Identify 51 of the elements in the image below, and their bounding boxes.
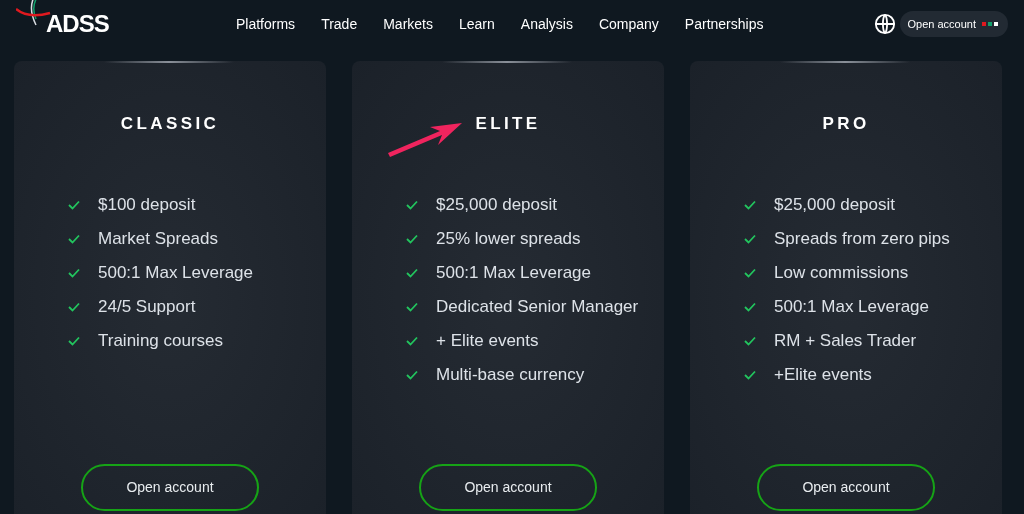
check-icon [406,267,418,278]
feature-text: Market Spreads [98,228,218,249]
check-icon [744,369,756,380]
feature-text: Training courses [98,330,224,351]
globe-icon[interactable] [873,13,896,35]
logo-text: ADSS [46,9,109,39]
plan-title: PRO [822,113,870,135]
check-icon [406,369,418,380]
header-open-account-button[interactable]: Open account [899,11,1008,37]
check-icon [744,233,756,244]
feature-text: $25,000 deposit [436,194,557,215]
open-account-button[interactable]: Open account [419,464,597,511]
check-icon [744,301,756,312]
feature-text: 500:1 Max Leverage [774,296,929,317]
feature-text: +Elite events [774,364,872,385]
check-icon [406,301,418,312]
nav-link[interactable]: Learn [459,13,495,35]
check-icon [406,199,418,210]
plan-title: CLASSIC [120,113,220,135]
check-icon [68,301,80,312]
check-icon [744,199,756,210]
feature-text: Low commissions [774,262,909,283]
plan-title: ELITE [475,113,541,135]
check-icon [68,233,80,244]
feature-text: Multi-base currency [436,364,585,385]
feature-text: + Elite events [436,330,539,351]
check-icon [744,267,756,278]
check-icon [406,233,418,244]
feature-text: $100 deposit [98,194,196,215]
nav-link[interactable]: Partnerships [684,13,764,35]
nav-link[interactable]: Trade [321,13,358,35]
check-icon [406,335,418,346]
check-icon [68,335,80,346]
open-account-button[interactable]: Open account [81,464,259,511]
feature-text: 500:1 Max Leverage [436,262,591,283]
feature-text: Spreads from zero pips [774,228,950,249]
nav-link[interactable]: Platforms [236,13,296,35]
nav-link[interactable]: Analysis [520,13,573,35]
check-icon [68,267,80,278]
feature-text: 24/5 Support [98,296,196,317]
feature-text: 500:1 Max Leverage [98,262,253,283]
feature-text: $25,000 deposit [774,194,895,215]
flag-dots-icon [982,21,1000,27]
open-account-button[interactable]: Open account [757,464,935,511]
check-icon [68,199,80,210]
nav-link[interactable]: Company [598,13,659,35]
feature-text: RM + Sales Trader [774,330,917,351]
nav-link[interactable]: Markets [383,13,433,35]
check-icon [744,335,756,346]
feature-text: Dedicated Senior Manager [436,296,639,317]
feature-text: 25% lower spreads [436,228,581,249]
